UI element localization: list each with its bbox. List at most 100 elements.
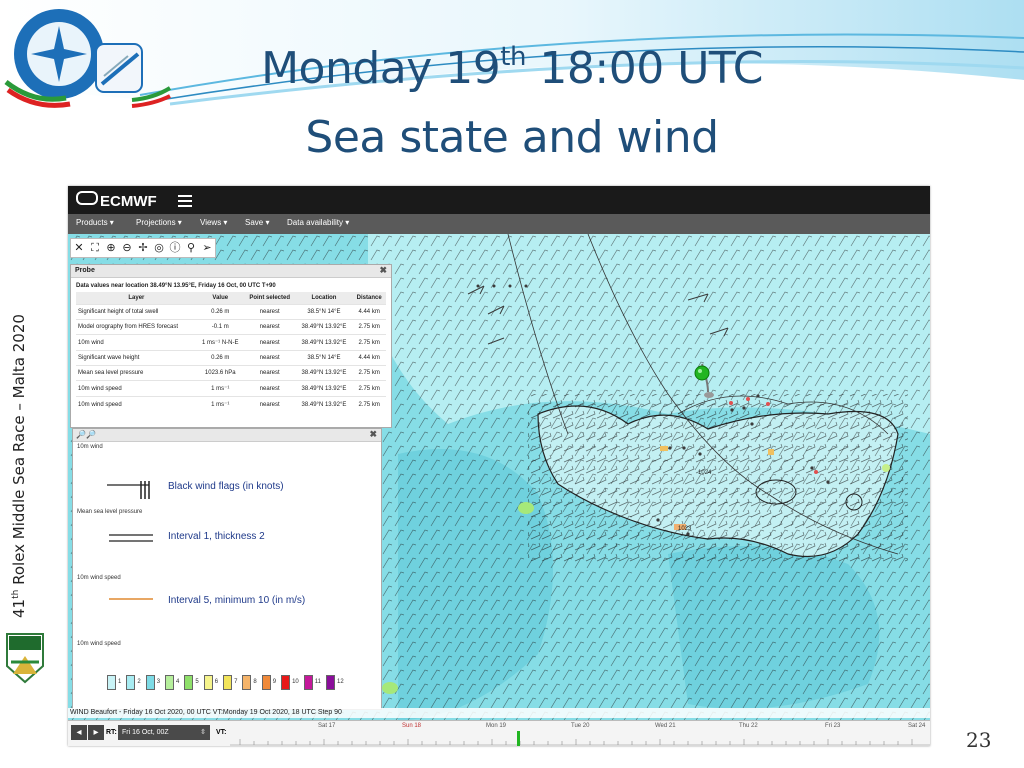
- run-time-value: Fri 16 Oct, 00Z: [122, 729, 169, 736]
- slide-title-line2: Sea state and wind: [305, 112, 719, 163]
- scale-swatch: [223, 675, 233, 690]
- cell-value: -0.1 m: [196, 319, 244, 335]
- scale-label: 1: [118, 679, 122, 685]
- scale-label: 10: [292, 679, 299, 685]
- globe-icon[interactable]: ◎: [151, 239, 167, 257]
- table-row: 10m wind 1 ms⁻¹ N-N-E nearest 38.49°N 13.92…: [76, 334, 386, 351]
- cell-value: 1023.6 hPa: [196, 365, 244, 381]
- scale-label: 7: [234, 679, 238, 685]
- svg-text:1024: 1024: [698, 470, 712, 476]
- svg-text:1023: 1023: [678, 526, 692, 532]
- legend-zoom-icons[interactable]: 🔎🔎: [76, 430, 96, 439]
- scale-swatch: [242, 675, 252, 690]
- timeline-day: Thu 22: [739, 723, 758, 729]
- menu-products[interactable]: Products ▾: [76, 218, 114, 227]
- timeline-ticks[interactable]: [230, 731, 930, 746]
- menu-projections[interactable]: Projections ▾: [136, 218, 182, 227]
- run-time-select[interactable]: Fri 16 Oct, 00Z ⇳: [118, 725, 210, 740]
- cell-layer: Significant height of total swell: [76, 304, 197, 320]
- timeline-cursor[interactable]: [517, 731, 520, 746]
- legend-panel: 🔎🔎 ✖ 10m wind Black wind flags (in knots…: [72, 428, 382, 710]
- chevron-up-down-icon: ⇳: [200, 729, 206, 736]
- cell-distance: 2.75 km: [352, 396, 386, 412]
- share-icon[interactable]: ➢: [199, 239, 215, 257]
- zoom-in-icon[interactable]: ⊕: [103, 239, 119, 257]
- cell-distance: 4.44 km: [352, 304, 386, 320]
- wind-speed-contour-icon: [109, 598, 153, 600]
- table-row: Mean sea level pressure 1023.6 hPa nearest…: [76, 365, 386, 381]
- previous-step-button[interactable]: ◂: [71, 725, 87, 740]
- scale-swatch: [184, 675, 194, 690]
- scale-swatch: [261, 675, 271, 690]
- legend-section-name: 10m wind: [77, 444, 103, 450]
- cell-layer: 10m wind speed: [76, 396, 197, 412]
- legend-header: 🔎🔎 ✖: [73, 429, 381, 442]
- timeline-day: Sat 24: [908, 723, 926, 729]
- app-topbar: ECMWF: [68, 186, 930, 214]
- time-slider-bar: ◂ ▸ RT: Fri 16 Oct, 00Z ⇳ VT: Sat 17 Sun …: [68, 720, 930, 746]
- ecmwf-app-window: ECMWF Products ▾ Projections ▾ Views ▾ S…: [68, 186, 930, 746]
- scale-label: 5: [195, 679, 199, 685]
- scale-label: 2: [137, 679, 141, 685]
- scale-swatch: [107, 675, 116, 690]
- cell-layer: Mean sea level pressure: [76, 365, 197, 381]
- cell-distance: 2.75 km: [352, 319, 386, 335]
- menu-data-availability[interactable]: Data availability ▾: [287, 218, 349, 227]
- zoom-out-icon[interactable]: ⊖: [119, 239, 135, 257]
- cell-point: nearest: [243, 304, 296, 320]
- app-menubar: Products ▾ Projections ▾ Views ▾ Save ▾ …: [68, 214, 930, 234]
- pan-icon[interactable]: ✢: [135, 239, 151, 257]
- scale-swatch: [303, 675, 313, 690]
- scale-swatch: [145, 675, 155, 690]
- timeline-day: Sun 18: [402, 723, 422, 729]
- cell-distance: 2.75 km: [352, 380, 386, 397]
- table-row: Significant wave height 0.26 m nearest 38.5…: [76, 350, 386, 366]
- cell-location: 38.49°N 13.92°E: [295, 334, 353, 351]
- cell-layer: Significant wave height: [76, 350, 197, 366]
- map-status-line: WIND Beaufort - Friday 16 Oct 2020, 00 U…: [68, 708, 930, 718]
- cell-point: nearest: [243, 380, 296, 397]
- scale-label: 9: [272, 679, 277, 685]
- table-row: Model orography from HRES forecast -0.1 m…: [76, 319, 386, 335]
- legend-section-name: 10m wind speed: [77, 575, 121, 581]
- cell-layer: 10m wind speed: [76, 380, 197, 397]
- legend-close-icon[interactable]: ✖: [369, 429, 377, 440]
- timeline-day: Mon 19: [486, 723, 507, 729]
- rolex-race-logo: [6, 633, 44, 684]
- probe-close-icon[interactable]: ✖: [379, 265, 387, 276]
- cell-value: 1 ms⁻¹ N-N-E: [196, 334, 244, 351]
- cell-point: nearest: [243, 350, 296, 366]
- timeline-day: Tue 20: [571, 723, 590, 729]
- ecmwf-logo-icon: [76, 191, 98, 205]
- map-toolbar: ✕ ⛶ ⊕ ⊖ ✢ ◎ ⓘ ⚲ ➢: [70, 238, 216, 258]
- hamburger-menu-icon[interactable]: [178, 192, 192, 210]
- beaufort-color-scale: 1 2 3 4 5 6 7 8 9 10 11 12: [107, 675, 349, 690]
- scale-label: 3: [156, 679, 161, 685]
- cell-value: 1 ms⁻¹: [196, 380, 244, 397]
- pressure-contour-icon: [109, 534, 153, 542]
- menu-save[interactable]: Save ▾: [245, 218, 269, 227]
- probe-title: Probe: [75, 267, 95, 274]
- probe-col-value: Value: [196, 292, 244, 305]
- slide-header: Monday 19th 18:00 UTC Sea state and wind: [0, 0, 1024, 185]
- cell-point: nearest: [243, 365, 296, 381]
- scale-label: 12: [337, 679, 344, 685]
- probe-col-layer: Layer: [76, 292, 197, 305]
- table-row: 10m wind speed 1 ms⁻¹ nearest 38.49°N 13.92…: [76, 380, 386, 397]
- legend-section-desc: Black wind flags (in knots): [168, 481, 284, 492]
- table-row: Significant height of total swell 0.26 mn…: [76, 304, 386, 320]
- cell-value: 1 ms⁻¹: [196, 396, 244, 412]
- probe-location-info: Data values near location 38.49°N 13.95°…: [76, 283, 276, 289]
- cell-point: nearest: [243, 334, 296, 351]
- fullscreen-icon[interactable]: ⛶: [87, 239, 103, 257]
- menu-views[interactable]: Views ▾: [200, 218, 227, 227]
- scale-label: 8: [253, 679, 257, 685]
- cell-value: 0.26 m: [196, 350, 244, 366]
- next-step-button[interactable]: ▸: [88, 725, 104, 740]
- run-time-label: RT:: [106, 729, 117, 736]
- info-icon[interactable]: ⓘ: [167, 239, 183, 257]
- location-pin-icon[interactable]: ⚲: [183, 239, 199, 257]
- close-icon[interactable]: ✕: [71, 239, 87, 257]
- cell-distance: 2.75 km: [352, 365, 386, 381]
- ecmwf-logo[interactable]: ECMWF: [76, 191, 157, 210]
